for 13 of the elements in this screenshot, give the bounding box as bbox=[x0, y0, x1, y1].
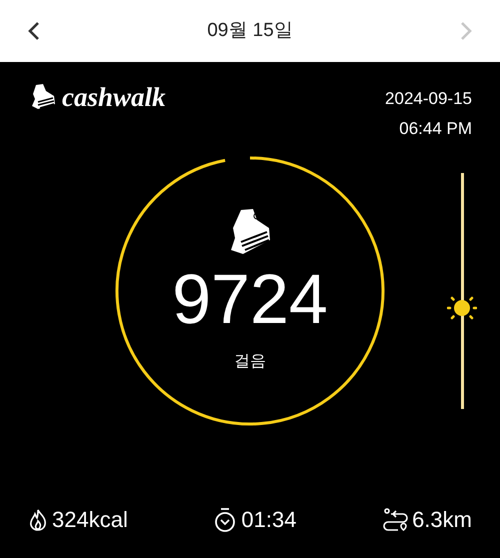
flame-icon bbox=[28, 508, 48, 532]
step-count: 9724 bbox=[172, 264, 328, 334]
date-text: 2024-09-15 bbox=[385, 88, 472, 110]
distance-value: 6.3km bbox=[412, 506, 472, 534]
time-text: 06:44 PM bbox=[399, 118, 472, 140]
brand-logo-text: cashwalk bbox=[62, 84, 166, 110]
step-unit: 걸음 bbox=[234, 352, 266, 372]
brightness-slider[interactable] bbox=[447, 173, 477, 409]
route-icon bbox=[382, 506, 408, 532]
duration-value: 01:34 bbox=[241, 506, 296, 534]
calories-value: 324kcal bbox=[52, 506, 128, 534]
date-title: 09월 15일 bbox=[207, 18, 293, 43]
stopwatch-icon bbox=[213, 506, 238, 532]
